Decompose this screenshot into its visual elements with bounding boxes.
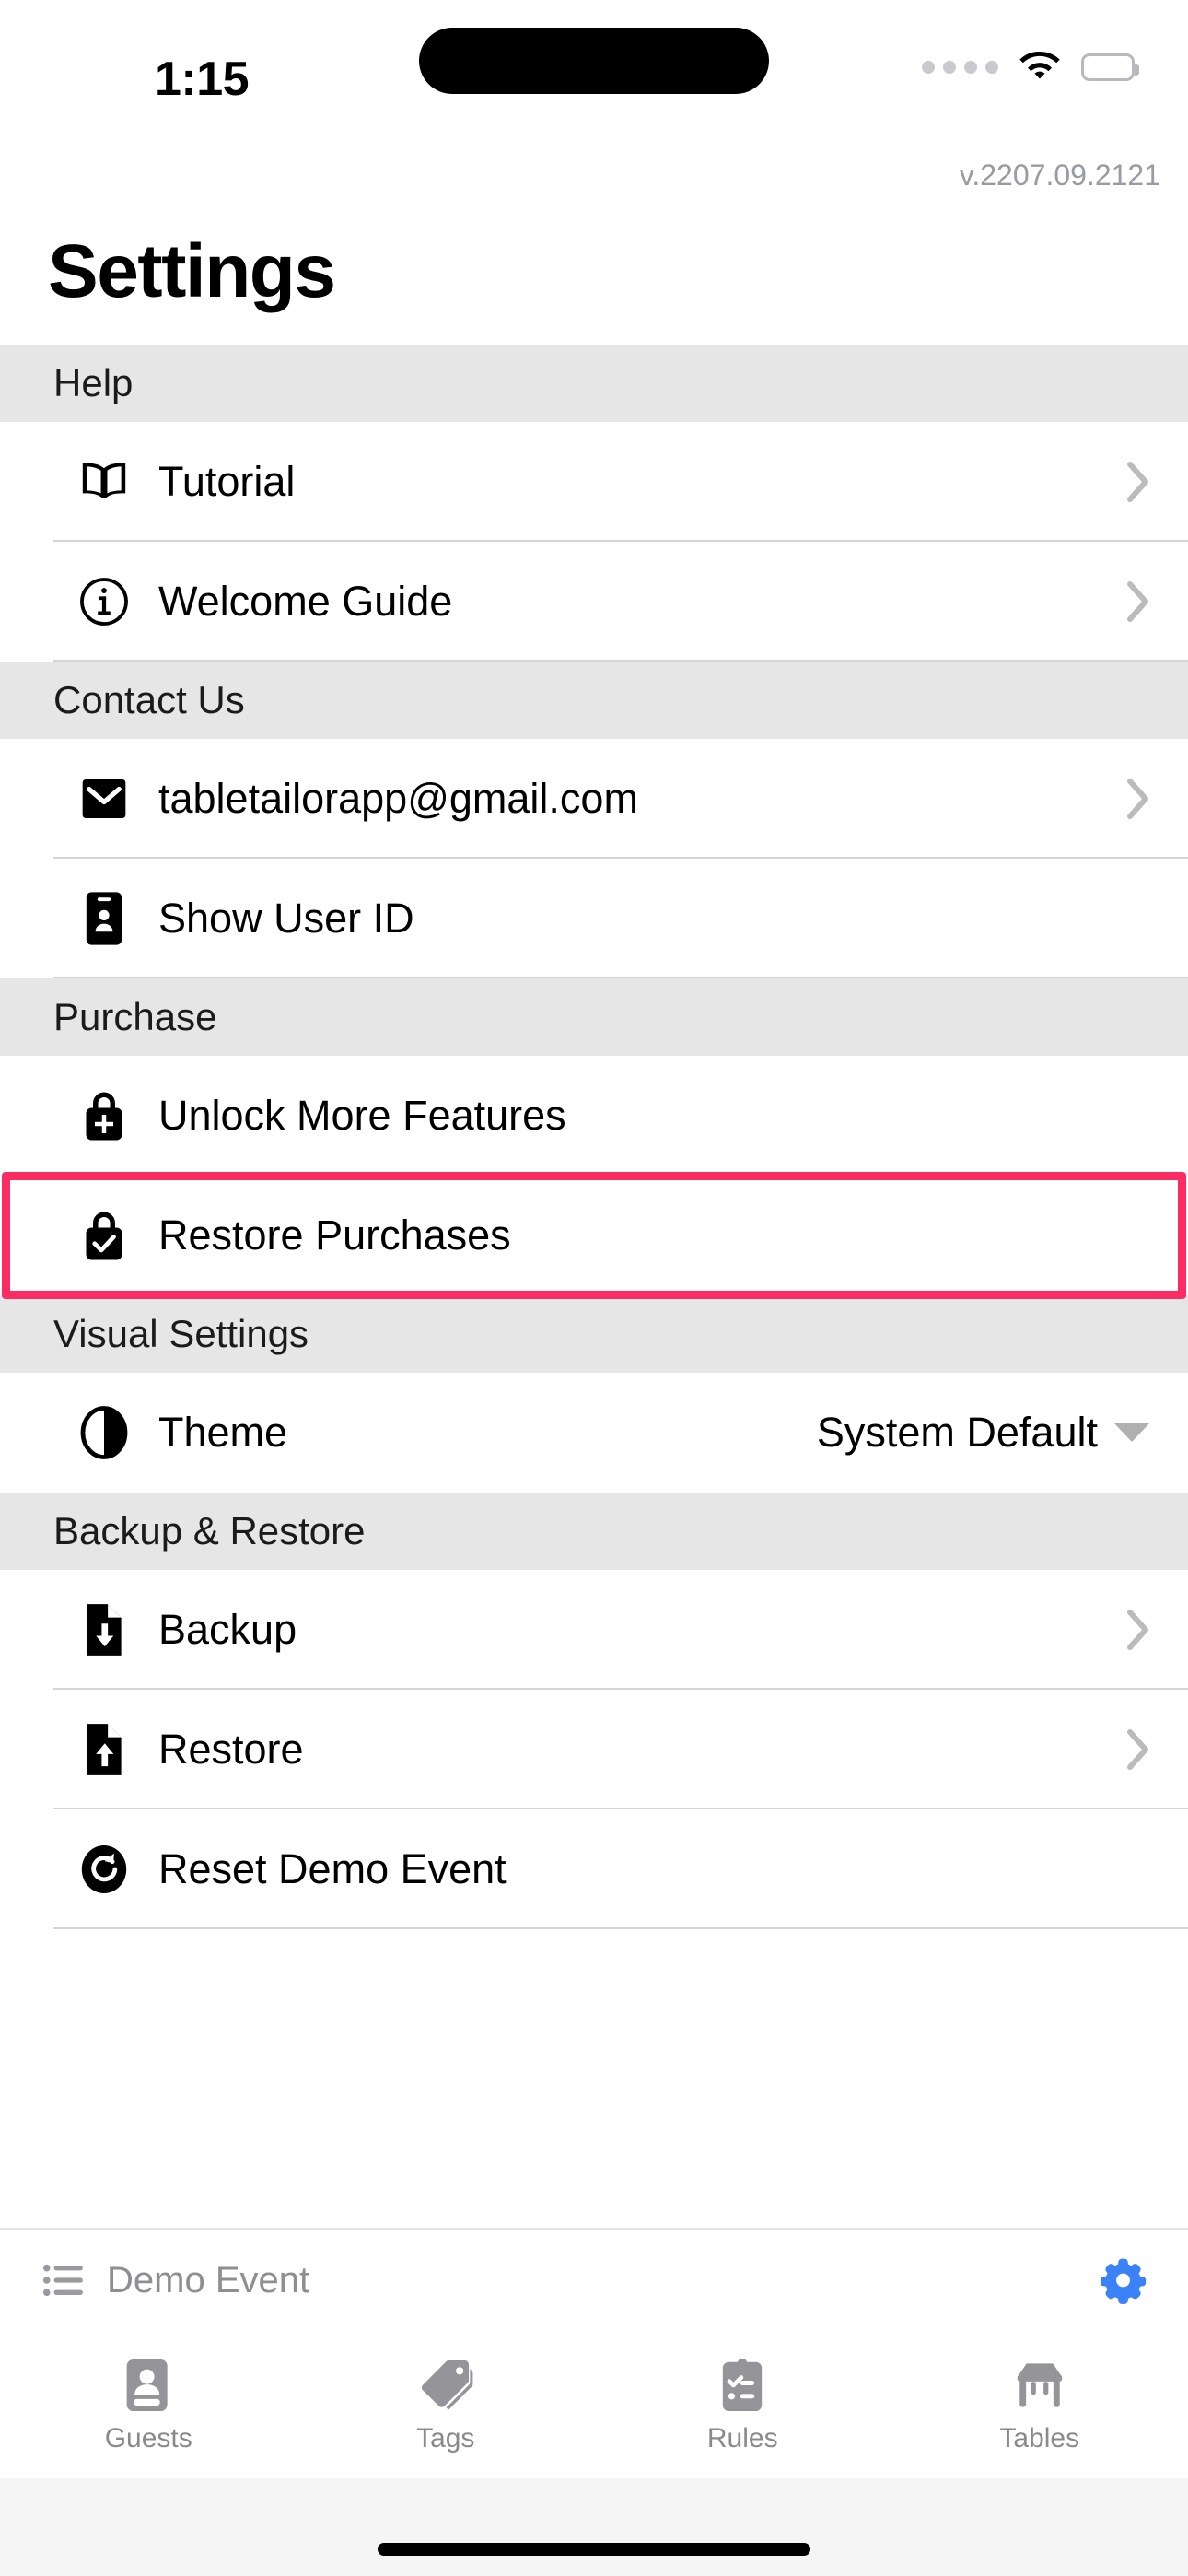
contrast-circle-icon xyxy=(76,1405,133,1460)
settings-row-reset-demo-event[interactable]: Reset Demo Event xyxy=(0,1809,1188,1929)
chevron-right-icon xyxy=(1127,1610,1148,1650)
section-header-contact-us: Contact Us xyxy=(0,662,1188,739)
chevron-right-icon xyxy=(1127,1729,1148,1770)
contact-card-icon xyxy=(126,2359,168,2412)
tab-tables[interactable]: Tables xyxy=(891,2331,1188,2478)
tab-guests[interactable]: Guests xyxy=(0,2331,297,2478)
info-circle-icon xyxy=(76,576,133,627)
dynamic-island xyxy=(419,28,769,94)
settings-row-label: Show User ID xyxy=(158,895,414,942)
status-bar-time: 1:15 xyxy=(155,53,250,106)
envelope-icon xyxy=(76,775,133,823)
clipboard-checklist-icon xyxy=(723,2358,763,2412)
section-rows-backup-restore: Backup Restore Reset Demo Event xyxy=(0,1570,1188,1929)
home-indicator-area xyxy=(0,2478,1188,2576)
settings-row-restore-purchases[interactable]: Restore Purchases xyxy=(0,1176,1188,1295)
list-icon xyxy=(42,2264,83,2297)
settings-row-label: Unlock More Features xyxy=(158,1092,566,1139)
settings-row-label: Restore Purchases xyxy=(158,1212,511,1259)
lock-plus-icon xyxy=(76,1088,133,1143)
gear-icon[interactable] xyxy=(1100,2255,1149,2305)
file-download-icon xyxy=(76,1601,133,1658)
app-version: v.2207.09.2121 xyxy=(959,158,1160,192)
chevron-right-icon xyxy=(1127,462,1148,502)
settings-row-label: Backup xyxy=(158,1606,297,1653)
settings-list: Help Tutorial Welcome Guide Contact Us t… xyxy=(0,345,1188,2228)
settings-row-label: Tutorial xyxy=(158,458,296,505)
cellular-dots-icon xyxy=(922,61,998,74)
tag-icon xyxy=(421,2360,473,2410)
settings-row-tutorial[interactable]: Tutorial xyxy=(0,422,1188,542)
chevron-right-icon xyxy=(1127,779,1148,819)
settings-row-backup[interactable]: Backup xyxy=(0,1570,1188,1690)
section-header-visual-settings: Visual Settings xyxy=(0,1295,1188,1373)
current-event-name: Demo Event xyxy=(107,2259,310,2301)
list-empty-space xyxy=(0,1929,1188,2228)
section-rows-help: Tutorial Welcome Guide xyxy=(0,422,1188,662)
wifi-icon xyxy=(1019,52,1060,79)
chevron-right-icon xyxy=(1127,581,1148,622)
home-indicator[interactable] xyxy=(378,2543,810,2556)
status-bar-indicators xyxy=(922,52,1139,83)
caret-down-icon[interactable] xyxy=(1114,1423,1149,1442)
section-rows-purchase: Unlock More Features Restore Purchases xyxy=(0,1056,1188,1299)
id-card-icon xyxy=(76,890,133,947)
settings-row-unlock-more-features[interactable]: Unlock More Features xyxy=(0,1056,1188,1176)
theme-value[interactable]: System Default xyxy=(817,1409,1098,1457)
settings-screen: 1:15 v.2207.09.2121 Settings Help Tutori… xyxy=(0,0,1188,2576)
highlighted-row-wrapper: Restore Purchases xyxy=(0,1172,1188,1299)
settings-row-restore[interactable]: Restore xyxy=(0,1690,1188,1809)
tab-label: Tags xyxy=(416,2423,475,2453)
settings-row-label: Theme xyxy=(158,1409,288,1456)
settings-row-label: Restore xyxy=(158,1726,304,1773)
tab-label: Tables xyxy=(999,2423,1080,2453)
section-header-backup-restore: Backup & Restore xyxy=(0,1493,1188,1570)
battery-full-icon xyxy=(1081,53,1139,81)
open-book-icon xyxy=(76,458,133,506)
tab-tags[interactable]: Tags xyxy=(297,2331,595,2478)
settings-row-label: Welcome Guide xyxy=(158,578,453,625)
settings-row-label: tabletailorapp@gmail.com xyxy=(158,775,638,822)
settings-row-show-user-id[interactable]: Show User ID xyxy=(0,859,1188,978)
file-upload-icon xyxy=(76,1721,133,1778)
current-event-bar[interactable]: Demo Event xyxy=(0,2228,1188,2331)
settings-row-welcome-guide[interactable]: Welcome Guide xyxy=(0,542,1188,662)
settings-row-label: Reset Demo Event xyxy=(158,1845,507,1892)
section-header-help: Help xyxy=(0,345,1188,422)
page-title: Settings xyxy=(48,229,336,313)
tab-label: Rules xyxy=(706,2423,778,2453)
settings-row-email[interactable]: tabletailorapp@gmail.com xyxy=(0,739,1188,859)
refresh-circle-icon xyxy=(76,1843,133,1896)
section-rows-visual-settings: Theme System Default xyxy=(0,1373,1188,1493)
settings-row-theme[interactable]: Theme System Default xyxy=(0,1373,1188,1493)
status-bar: 1:15 xyxy=(0,0,1188,157)
table-icon xyxy=(1017,2363,1062,2407)
tab-bar: Guests Tags Rules Tables xyxy=(0,2331,1188,2478)
section-rows-contact-us: tabletailorapp@gmail.com Show User ID xyxy=(0,739,1188,978)
section-header-purchase: Purchase xyxy=(0,978,1188,1056)
tab-label: Guests xyxy=(104,2423,192,2453)
lock-check-icon xyxy=(76,1208,133,1263)
tab-rules[interactable]: Rules xyxy=(594,2331,891,2478)
